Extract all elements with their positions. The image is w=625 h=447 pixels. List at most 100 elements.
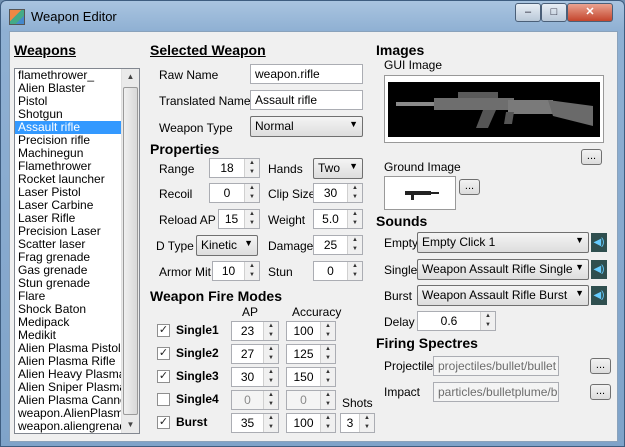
projectile-input[interactable]: projectiles/bullet/bullet (433, 356, 559, 376)
close-button[interactable]: ✕ (567, 3, 613, 22)
spin-arrows-icon[interactable]: ▲ ▼ (244, 184, 259, 202)
speaker-icon[interactable]: ◀) (591, 260, 607, 279)
weight-stepper[interactable]: 5.0 ▲ ▼ (313, 209, 363, 229)
damage-type-select[interactable]: Kinetic ▼ (196, 235, 258, 256)
spin-arrows-icon[interactable]: ▲ ▼ (320, 368, 335, 386)
spin-arrows-icon[interactable]: ▲ ▼ (320, 322, 335, 340)
projectile-browse-button[interactable]: ... (590, 358, 611, 374)
weapon-list-item[interactable]: Flare (15, 290, 122, 303)
weapon-list-item[interactable]: Medipack (15, 316, 122, 329)
spin-arrows-icon[interactable]: ▲ ▼ (320, 345, 335, 363)
spin-arrows-icon[interactable]: ▲ ▼ (244, 210, 259, 228)
spin-arrows-icon[interactable]: ▲ ▼ (263, 414, 278, 432)
reload-ap-stepper[interactable]: 15 ▲ ▼ (218, 209, 260, 229)
weapon-list-item[interactable]: Laser Rifle (15, 212, 122, 225)
spin-arrows-icon[interactable]: ▲ ▼ (347, 236, 362, 254)
burst-sound-select[interactable]: Weapon Assault Rifle Burst ▼ (417, 285, 589, 306)
weapon-list-item[interactable]: Shotgun (15, 108, 122, 121)
fire-mode-ap-stepper[interactable]: 0 ▲ ▼ (231, 390, 279, 410)
spin-arrows-icon[interactable]: ▲ ▼ (263, 322, 278, 340)
weapon-list-item[interactable]: Alien Heavy Plasma F (15, 368, 122, 381)
speaker-icon[interactable]: ◀) (591, 233, 607, 252)
fire-mode-checkbox[interactable]: ✓ (157, 416, 170, 429)
damage-stepper[interactable]: 25 ▲ ▼ (313, 235, 363, 255)
weapon-list-item[interactable]: Alien Blaster (15, 82, 122, 95)
spin-arrows-icon[interactable]: ▲ ▼ (263, 391, 278, 409)
weapon-list-item[interactable]: Flamethrower (15, 160, 122, 173)
weapon-list-item[interactable]: Alien Sniper Plasma (15, 381, 122, 394)
spin-arrows-icon[interactable]: ▲ ▼ (347, 210, 362, 228)
weapon-list-item[interactable]: Frag grenade (15, 251, 122, 264)
spin-arrows-icon[interactable]: ▲ ▼ (347, 262, 362, 280)
gui-image-browse-button[interactable]: ... (581, 149, 602, 165)
impact-input[interactable]: particles/bulletplume/bulletplume (433, 382, 559, 402)
weapon-list-item[interactable]: weapon.aliengrenade (15, 420, 122, 433)
weapon-list-item[interactable]: Pistol (15, 95, 122, 108)
weapon-list-item[interactable]: Stun grenade (15, 277, 122, 290)
weapon-list-item[interactable]: Precision Laser (15, 225, 122, 238)
weapon-list-item[interactable]: Alien Plasma Cannon (15, 394, 122, 407)
fire-mode-checkbox[interactable]: ✓ (157, 370, 170, 383)
weapon-list-item[interactable]: Rocket launcher (15, 173, 122, 186)
fire-mode-checkbox[interactable]: ✓ (157, 324, 170, 337)
spin-arrows-icon[interactable]: ▲ ▼ (244, 262, 259, 280)
fire-mode-accuracy-stepper[interactable]: 0 ▲ ▼ (286, 390, 336, 410)
weapon-list-item[interactable]: Alien Plasma Rifle (15, 355, 122, 368)
fire-mode-accuracy-stepper[interactable]: 150 ▲ ▼ (286, 367, 336, 387)
fire-mode-accuracy-stepper[interactable]: 100 ▲ ▼ (286, 321, 336, 341)
raw-name-input[interactable]: weapon.rifle (250, 64, 363, 84)
single-sound-select[interactable]: Weapon Assault Rifle Single ▼ (417, 259, 589, 280)
weapons-listbox[interactable]: flamethrower_ Alien Blaster Pistol Shotgun A… (14, 68, 140, 434)
spin-arrows-icon[interactable]: ▲ ▼ (320, 414, 335, 432)
spin-arrows-icon[interactable]: ▲ ▼ (263, 345, 278, 363)
speaker-icon[interactable]: ◀) (591, 286, 607, 305)
weapon-list-item[interactable]: Alien Plasma Pistol (15, 342, 122, 355)
fire-mode-ap-stepper[interactable]: 27 ▲ ▼ (231, 344, 279, 364)
weapon-list-item[interactable]: Assault rifle (15, 121, 122, 134)
fire-mode-accuracy-stepper[interactable]: 100 ▲ ▼ (286, 413, 336, 433)
fire-mode-ap-stepper[interactable]: 35 ▲ ▼ (231, 413, 279, 433)
spin-arrows-icon[interactable]: ▲ ▼ (244, 159, 259, 177)
burst-shots-stepper[interactable]: 3 ▲ ▼ (340, 413, 375, 433)
clip-size-stepper[interactable]: 30 ▲ ▼ (313, 183, 363, 203)
scrollbar-thumb[interactable] (123, 87, 138, 415)
fire-mode-accuracy-stepper[interactable]: 125 ▲ ▼ (286, 344, 336, 364)
weapon-list-item[interactable]: Machinegun (15, 147, 122, 160)
range-stepper[interactable]: 18 ▲ ▼ (209, 158, 260, 178)
spin-arrows-icon[interactable]: ▲ ▼ (359, 414, 374, 432)
translated-name-input[interactable]: Assault rifle (250, 90, 363, 110)
recoil-stepper[interactable]: 0 ▲ ▼ (209, 183, 260, 203)
spin-arrows-icon[interactable]: ▲ ▼ (263, 368, 278, 386)
scroll-up-icon[interactable]: ▲ (123, 69, 138, 85)
weapon-list-item[interactable]: Gas grenade (15, 264, 122, 277)
weapons-scrollbar[interactable]: ▲ ▼ (121, 69, 139, 433)
fire-mode-ap-stepper[interactable]: 30 ▲ ▼ (231, 367, 279, 387)
spin-arrows-icon[interactable]: ▲ ▼ (320, 391, 335, 409)
minimize-button[interactable]: – (515, 3, 541, 22)
weapon-list-item[interactable]: Laser Pistol (15, 186, 122, 199)
weapon-list-item[interactable]: flamethrower_ (15, 69, 122, 82)
maximize-button[interactable]: □ (541, 3, 567, 22)
weapon-list-item[interactable]: weapon.AlienPlasmaC (15, 407, 122, 420)
delay-stepper[interactable]: 0.6 ▲ ▼ (417, 311, 496, 331)
spin-arrows-icon[interactable]: ▲ ▼ (480, 312, 495, 330)
weapon-list-item[interactable]: Medikit (15, 329, 122, 342)
ground-image-browse-button[interactable]: ... (459, 179, 480, 195)
empty-sound-select[interactable]: Empty Click 1 ▼ (417, 232, 589, 253)
weapon-list-item[interactable]: Laser Carbine (15, 199, 122, 212)
title-bar[interactable]: Weapon Editor – □ ✕ (1, 1, 624, 31)
ground-image-frame (384, 176, 456, 210)
fire-mode-ap-stepper[interactable]: 23 ▲ ▼ (231, 321, 279, 341)
spin-arrows-icon[interactable]: ▲ ▼ (347, 184, 362, 202)
scroll-down-icon[interactable]: ▼ (123, 417, 138, 433)
armor-mitigation-stepper[interactable]: 10 ▲ ▼ (212, 261, 260, 281)
weapon-list-item[interactable]: Shock Baton (15, 303, 122, 316)
weapon-type-select[interactable]: Normal ▼ (250, 116, 363, 137)
fire-mode-checkbox[interactable]: ✓ (157, 347, 170, 360)
fire-mode-checkbox[interactable] (157, 393, 170, 406)
hands-select[interactable]: Two ▼ (313, 158, 363, 179)
stun-stepper[interactable]: 0 ▲ ▼ (313, 261, 363, 281)
impact-browse-button[interactable]: ... (590, 384, 611, 400)
weapon-list-item[interactable]: Precision rifle (15, 134, 122, 147)
weapon-list-item[interactable]: Scatter laser (15, 238, 122, 251)
